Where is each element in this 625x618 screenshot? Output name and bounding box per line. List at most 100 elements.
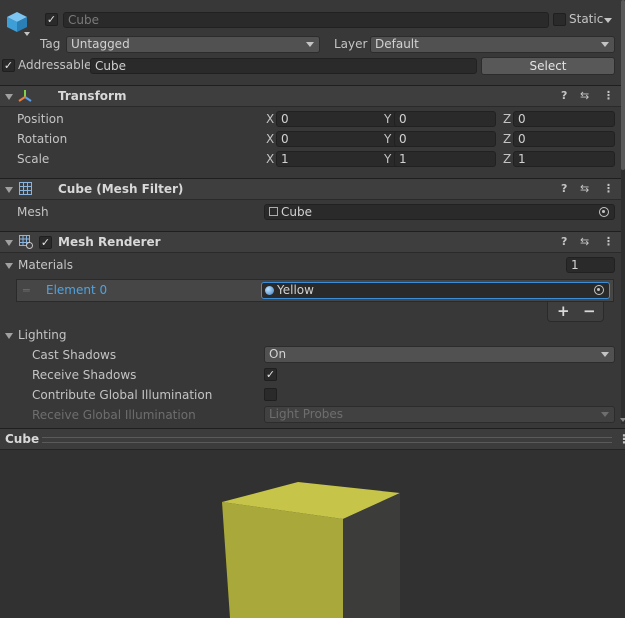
layer-dropdown[interactable]: Default (370, 36, 615, 53)
element-0-value: Yellow (277, 283, 314, 297)
lighting-foldout-arrow-icon[interactable] (5, 333, 13, 339)
mesh-filter-header[interactable]: Cube (Mesh Filter) ? ⇆ ⋮ (0, 178, 625, 200)
mesh-filter-title: Cube (Mesh Filter) (58, 182, 184, 196)
transform-title: Transform (58, 89, 127, 103)
receive-shadows-checkbox[interactable]: ✓ (264, 368, 277, 381)
transform-icon (18, 89, 32, 103)
transform-header[interactable]: Transform ? ⇆ ⋮ (0, 85, 625, 107)
addressable-checkbox[interactable]: ✓ (2, 59, 15, 72)
object-name-field[interactable]: Cube (63, 12, 549, 28)
preview-title: Cube (5, 432, 40, 446)
material-sphere-icon (265, 286, 274, 295)
scroll-down-arrow-icon[interactable] (620, 418, 625, 422)
contribute-gi-label: Contribute Global Illumination (32, 388, 213, 402)
cast-shadows-dropdown[interactable]: On (264, 346, 615, 363)
mesh-renderer-icon (19, 235, 33, 249)
mesh-value: Cube (281, 205, 312, 219)
menu-icon[interactable]: ⋮ (603, 182, 614, 195)
lighting-label[interactable]: Lighting (18, 328, 67, 342)
chevron-down-icon (601, 42, 609, 47)
static-dropdown-caret[interactable] (604, 18, 612, 23)
cube-front-face (222, 502, 343, 618)
contribute-gi-checkbox[interactable] (264, 388, 277, 401)
presets-icon[interactable]: ⇆ (580, 182, 589, 195)
gameobject-icon[interactable] (5, 10, 29, 34)
object-picker-icon[interactable] (594, 285, 604, 295)
help-icon[interactable]: ? (561, 89, 567, 102)
cast-shadows-value: On (269, 347, 287, 361)
mesh-object-field[interactable]: Cube (264, 204, 615, 220)
materials-count-field[interactable]: 1 (566, 257, 615, 273)
static-checkbox[interactable] (553, 13, 566, 26)
scale-z-axis-label[interactable]: Z (503, 152, 511, 166)
mesh-label: Mesh (17, 205, 49, 219)
menu-icon[interactable]: ⋮ (618, 432, 625, 446)
foldout-arrow-icon[interactable] (5, 240, 13, 246)
add-element-button[interactable]: + (557, 302, 570, 320)
addressable-label: Addressable (18, 58, 92, 72)
position-y-field[interactable]: 0 (394, 111, 496, 127)
position-z-axis-label[interactable]: Z (503, 112, 511, 126)
mesh-renderer-enabled-checkbox[interactable]: ✓ (39, 236, 52, 249)
menu-icon[interactable]: ⋮ (603, 235, 614, 248)
foldout-arrow-icon[interactable] (5, 187, 13, 193)
element-0-material-field[interactable]: Yellow (261, 282, 610, 299)
rotation-x-axis-label[interactable]: X (266, 132, 274, 146)
rotation-z-field[interactable]: 0 (513, 131, 615, 147)
receive-shadows-label: Receive Shadows (32, 368, 137, 382)
foldout-arrow-icon[interactable] (5, 94, 13, 100)
rotation-y-axis-label[interactable]: Y (384, 132, 391, 146)
materials-label[interactable]: Materials (18, 258, 73, 272)
cube-preview (222, 482, 400, 618)
tag-dropdown[interactable]: Untagged (66, 36, 320, 53)
chevron-down-icon (601, 412, 609, 417)
list-footer: + − (547, 302, 604, 322)
help-icon[interactable]: ? (561, 182, 567, 195)
rotation-y-field[interactable]: 0 (394, 131, 496, 147)
chevron-down-icon (306, 42, 314, 47)
receive-gi-dropdown: Light Probes (264, 406, 615, 423)
chevron-down-icon (601, 352, 609, 357)
scale-x-axis-label[interactable]: X (266, 152, 274, 166)
gameobject-icon-dropdown-caret[interactable] (24, 32, 30, 36)
position-z-field[interactable]: 0 (513, 111, 615, 127)
scrollbar-thumb[interactable] (621, 0, 625, 170)
receive-gi-label: Receive Global Illumination (32, 408, 196, 422)
position-x-axis-label[interactable]: X (266, 112, 274, 126)
presets-icon[interactable]: ⇆ (580, 235, 589, 248)
preview-drag-bar[interactable] (42, 437, 612, 443)
preview-header[interactable]: Cube ⋮ (0, 428, 625, 450)
active-checkbox[interactable]: ✓ (45, 13, 58, 26)
menu-icon[interactable]: ⋮ (603, 89, 614, 102)
scale-label: Scale (17, 152, 50, 166)
rotation-z-axis-label[interactable]: Z (503, 132, 511, 146)
cast-shadows-label: Cast Shadows (32, 348, 117, 362)
presets-icon[interactable]: ⇆ (580, 89, 589, 102)
select-button[interactable]: Select (481, 57, 615, 75)
scale-z-field[interactable]: 1 (513, 151, 615, 167)
layer-value: Default (375, 37, 419, 51)
materials-foldout-arrow-icon[interactable] (5, 263, 13, 269)
help-icon[interactable]: ? (561, 235, 567, 248)
inspector-scrollbar[interactable] (621, 0, 625, 424)
mesh-renderer-title: Mesh Renderer (58, 235, 161, 249)
mesh-renderer-header[interactable]: ✓ Mesh Renderer ? ⇆ ⋮ (0, 231, 625, 253)
object-picker-icon[interactable] (599, 207, 609, 217)
drag-handle-icon[interactable]: ═ (23, 284, 30, 297)
materials-list: ═ Element 0 Yellow (16, 279, 614, 302)
tag-label: Tag (40, 37, 61, 51)
static-label[interactable]: Static (569, 12, 603, 26)
scale-y-axis-label[interactable]: Y (384, 152, 391, 166)
preview-area[interactable] (0, 450, 625, 618)
layer-label: Layer (334, 37, 368, 51)
element-0-label: Element 0 (46, 283, 108, 297)
tag-value: Untagged (71, 37, 130, 51)
position-label: Position (17, 112, 64, 126)
scale-y-field[interactable]: 1 (394, 151, 496, 167)
addressable-address-field[interactable]: Cube (90, 58, 477, 74)
mesh-asset-icon (269, 207, 278, 216)
mesh-filter-icon (19, 182, 32, 195)
position-y-axis-label[interactable]: Y (384, 112, 391, 126)
remove-element-button[interactable]: − (583, 302, 596, 320)
receive-gi-value: Light Probes (269, 407, 344, 421)
